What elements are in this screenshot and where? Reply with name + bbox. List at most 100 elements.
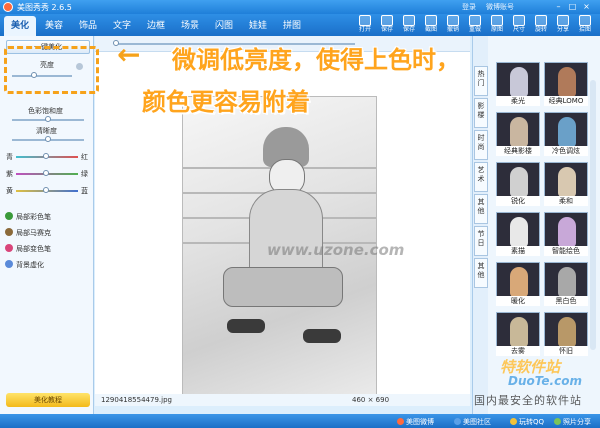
tab-frame[interactable]: 边框 [140,16,172,36]
save-button[interactable]: 保存 [376,14,398,36]
save-as-button[interactable]: 保存 [398,14,420,36]
community-link[interactable]: 美图社区 [454,417,491,427]
undo-button[interactable]: 撤销 [442,14,464,36]
effect-preview-figure [558,117,576,147]
saturation-label: 色彩饱和度 [28,107,63,115]
clarity-label: 清晰度 [36,127,57,135]
photo-share-link[interactable]: 照片分享 [554,417,591,427]
app-logo-icon [3,2,13,12]
tab-scene[interactable]: 场景 [174,16,206,36]
community-icon [454,418,461,425]
cyan-label: 青 [6,153,13,161]
yellow-label: 黄 [6,187,13,195]
minimize-button[interactable]: – [553,2,564,12]
cyan-red-knob[interactable] [43,153,49,159]
weibo-link[interactable]: 美图微博 [397,417,434,427]
clarity-knob[interactable] [45,136,51,142]
effect-preview-figure [510,217,528,247]
magenta-green-knob[interactable] [43,170,49,176]
effect-preview-figure [558,267,576,297]
close-button[interactable]: × [581,2,592,12]
effect-preview-figure [510,167,528,197]
tab-doll[interactable]: 娃娃 [242,16,274,36]
save-icon [381,15,393,26]
file-name: 1290418554479.jpg [101,396,172,404]
annotation-line-1: 微调低亮度，使得上色时， [172,46,460,74]
redo-icon [469,15,481,26]
pick-image-button[interactable]: 拾图 [574,14,596,36]
mosaic-icon [5,228,13,236]
login-link[interactable]: 登录 [462,2,476,12]
tab-other[interactable]: 其他 [474,194,488,224]
tab-makeup[interactable]: 美容 [38,16,70,36]
qq-link[interactable]: 玩转QQ [510,417,544,427]
magenta-label: 紫 [6,170,13,178]
original-button[interactable]: 原图 [486,14,508,36]
camera-icon [579,15,591,26]
share-button[interactable]: 分享 [552,14,574,36]
tab-art[interactable]: 艺术 [474,162,488,192]
open-button[interactable]: 打开 [354,14,376,36]
screenshot-button[interactable]: 截图 [420,14,442,36]
image-dimensions: 460 × 690 [352,396,390,404]
highlight-box [4,46,99,94]
yellow-blue-knob[interactable] [43,187,49,193]
effect-label: 暖化 [496,296,540,306]
share-icon [557,15,569,26]
effect-preview-figure [558,217,576,247]
tab-fashion[interactable]: 时尚 [474,130,488,160]
rotate-icon [535,15,547,26]
effect-label: 经典影楼 [496,146,540,156]
effect-preview-figure [558,167,576,197]
local-recolor-brush[interactable]: 局部变色笔 [5,244,51,254]
arrow-left-icon: ← [117,38,141,71]
green-label: 绿 [81,170,88,178]
original-icon [491,15,503,26]
tab-more[interactable]: 其他 [474,258,488,288]
tab-beautify[interactable]: 美化 [4,16,36,36]
tab-text[interactable]: 文字 [106,16,138,36]
effect-preview-figure [510,267,528,297]
maximize-button[interactable]: □ [567,2,578,12]
title-bar: 美图秀秀 2.6.5 登录 微博账号 – □ × [0,0,600,14]
local-color-brush[interactable]: 局部彩色笔 [5,212,51,222]
tab-studio[interactable]: 影楼 [474,98,488,128]
tutorial-button[interactable]: 美化教程 [6,393,90,407]
folder-icon [359,15,371,26]
brush-icon [5,212,13,220]
tab-collage[interactable]: 拼图 [276,16,308,36]
saturation-knob[interactable] [45,116,51,122]
undo-icon [447,15,459,26]
rotate-button[interactable]: 旋转 [530,14,552,36]
main-tab-bar: 美化 美容 饰品 文字 边框 场景 闪图 娃娃 拼图 打开 保存 保存 截图 撤… [0,14,600,36]
redo-button[interactable]: 重做 [464,14,486,36]
blue-label: 蓝 [81,187,88,195]
resize-button[interactable]: 尺寸 [508,14,530,36]
status-bar: 1290418554479.jpg 460 × 690 [95,394,470,406]
effect-label: 经典LOMO [544,96,588,106]
app-title: 美图秀秀 2.6.5 [17,3,72,12]
weibo-account-link[interactable]: 微博账号 [486,2,514,12]
effect-label: 冷色调炫 [544,146,588,156]
effects-scrollbar[interactable] [590,80,596,350]
share-icon [554,418,561,425]
effect-label: 素描 [496,246,540,256]
local-mosaic-brush[interactable]: 局部马赛克 [5,228,51,238]
effect-label: 智能绘色 [544,246,588,256]
app-window: 美图秀秀 2.6.5 登录 微博账号 – □ × 美化 美容 饰品 文字 边框 … [0,0,600,428]
blur-icon [5,260,13,268]
tab-accessories[interactable]: 饰品 [72,16,104,36]
tab-festival[interactable]: 节日 [474,226,488,256]
effect-preview-figure [558,317,576,347]
recolor-icon [5,244,13,252]
resize-icon [513,15,525,26]
background-blur-brush[interactable]: 背景虚化 [5,260,44,270]
photo-watermark: www.uzone.com [267,241,405,259]
qq-icon [510,418,517,425]
effect-preview-figure [510,117,528,147]
site-watermark: 特软件站 DuoTe.com 国内最安全的软件站 [474,358,582,407]
effect-label: 柔和 [544,196,588,206]
tab-flash[interactable]: 闪图 [208,16,240,36]
tab-hot[interactable]: 热门 [474,66,488,96]
effect-label: 黑白色 [544,296,588,306]
